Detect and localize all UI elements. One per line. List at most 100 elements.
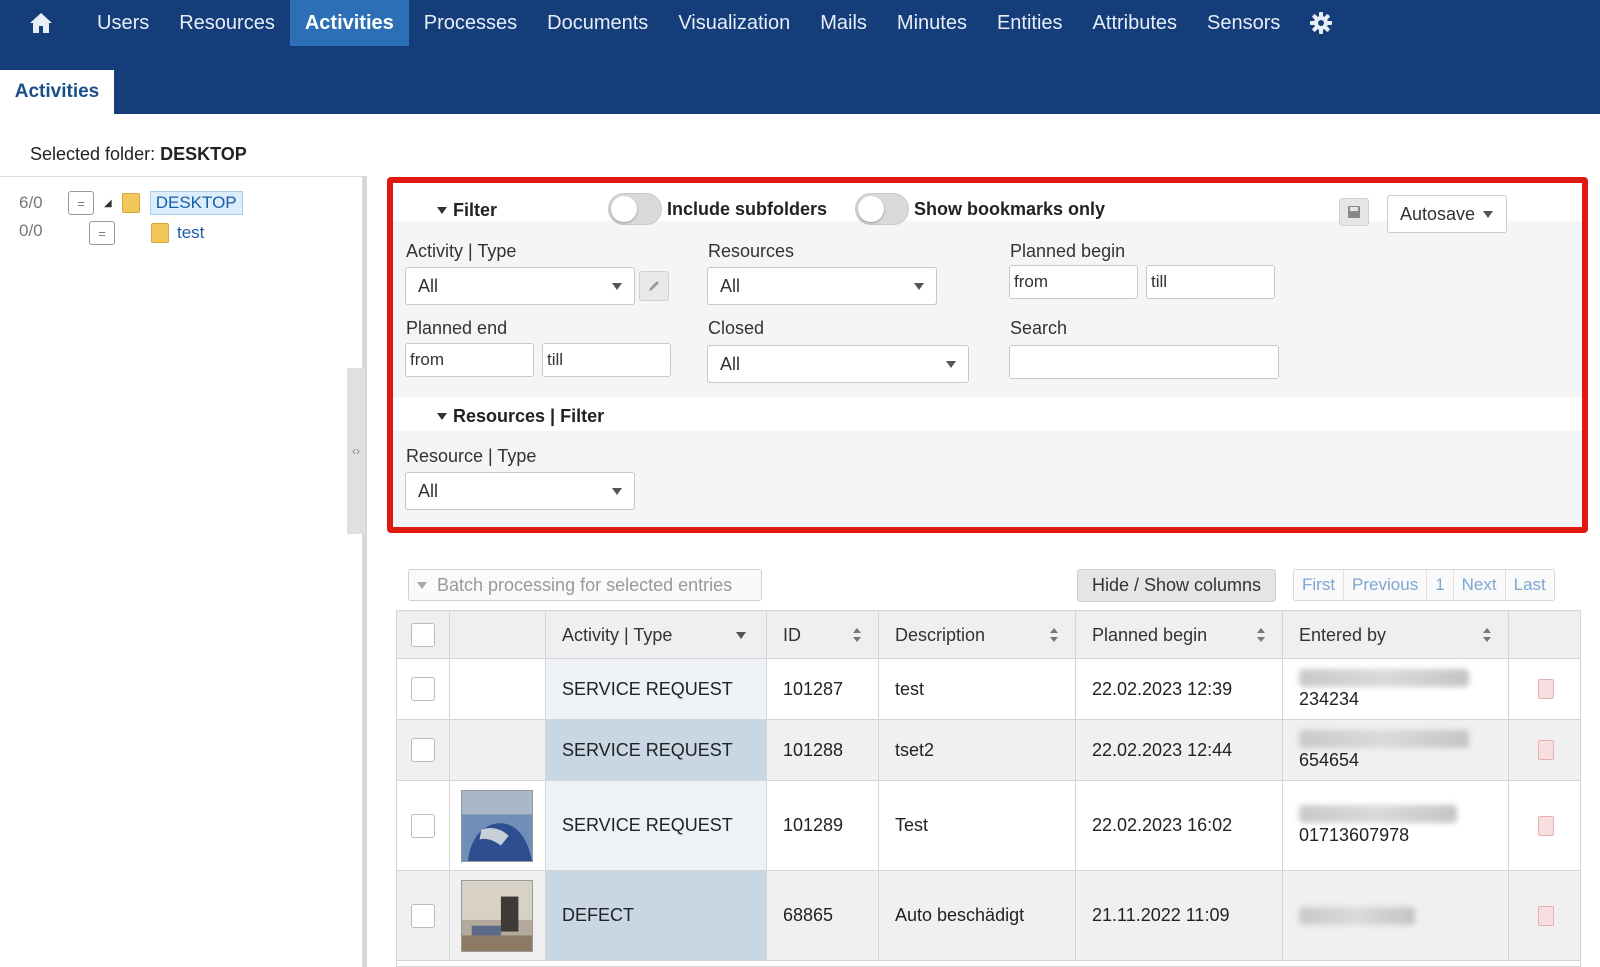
- search-input[interactable]: [1009, 345, 1279, 379]
- closed-value: All: [720, 353, 741, 374]
- nav-activities[interactable]: Activities: [289, 0, 409, 46]
- selected-folder-value: DESKTOP: [160, 144, 247, 164]
- select-all-checkbox[interactable]: [411, 623, 435, 647]
- column-header-planned-begin[interactable]: Planned begin: [1076, 611, 1283, 659]
- hide-show-columns-button[interactable]: Hide / Show columns: [1077, 569, 1276, 602]
- activities-table: Activity | Type ID Description Planned b…: [396, 610, 1581, 967]
- row-checkbox[interactable]: [411, 738, 435, 762]
- closed-label: Closed: [708, 318, 765, 338]
- resource-type-value: All: [418, 480, 439, 501]
- include-subfolders-toggle[interactable]: [608, 193, 662, 225]
- tab-activities[interactable]: Activities: [0, 70, 114, 114]
- thumbnail-cell[interactable]: [450, 781, 546, 870]
- closed-select[interactable]: All: [707, 345, 969, 383]
- row-checkbox[interactable]: [411, 813, 435, 838]
- column-header-entered-by[interactable]: Entered by: [1283, 611, 1509, 659]
- filter-panel: Filter Include subfolders Show bookmarks…: [387, 177, 1588, 533]
- tree-eq-button-test[interactable]: =: [89, 221, 115, 245]
- planned-begin-till-input[interactable]: [1146, 265, 1275, 299]
- document-icon[interactable]: [1537, 679, 1554, 699]
- selected-folder: Selected folder: DESKTOP: [30, 144, 247, 165]
- edit-activity-type-button[interactable]: [639, 271, 669, 301]
- chevron-down-icon: [417, 581, 427, 589]
- filter-section-toggle[interactable]: Filter: [437, 200, 497, 221]
- autosave-dropdown[interactable]: Autosave: [1387, 195, 1507, 233]
- planned-begin-from-input[interactable]: [1009, 265, 1138, 299]
- document-icon[interactable]: [1537, 815, 1554, 836]
- planned-end-till-input[interactable]: [542, 343, 671, 377]
- chevron-down-icon: [946, 361, 956, 368]
- sort-icon: [853, 628, 861, 642]
- column-header-id[interactable]: ID: [767, 611, 879, 659]
- nav-sensors[interactable]: Sensors: [1192, 0, 1295, 46]
- pagination: First Previous 1 Next Last: [1293, 569, 1555, 601]
- sort-desc-icon: [736, 632, 746, 639]
- table-row[interactable]: SERVICE REQUEST 101289 Test 22.02.2023 1…: [397, 781, 1580, 871]
- tree-eq-button-desktop[interactable]: =: [68, 191, 94, 215]
- show-bookmarks-toggle[interactable]: [855, 193, 909, 225]
- pager-next[interactable]: Next: [1454, 570, 1506, 600]
- activity-type-select[interactable]: All: [405, 267, 635, 305]
- resource-type-select[interactable]: All: [405, 472, 635, 510]
- nav-resources[interactable]: Resources: [164, 0, 290, 46]
- table-row[interactable]: SERVICE REQUEST 101287 test 22.02.2023 1…: [397, 659, 1580, 720]
- column-header-activity-type[interactable]: Activity | Type: [546, 611, 767, 659]
- blurred-name: [1299, 668, 1469, 687]
- nav-minutes[interactable]: Minutes: [882, 0, 982, 46]
- pager-first[interactable]: First: [1294, 570, 1345, 600]
- planned-end-from-input[interactable]: [405, 343, 534, 377]
- resources-filter-toggle[interactable]: Resources | Filter: [437, 406, 604, 427]
- entered-by-value: 01713607978: [1299, 825, 1410, 845]
- tree-item-test[interactable]: test: [177, 223, 204, 243]
- gear-icon: [1310, 12, 1333, 34]
- nav-processes[interactable]: Processes: [409, 0, 532, 46]
- splitter-handle[interactable]: ‹›: [347, 368, 365, 534]
- column-header-description[interactable]: Description: [879, 611, 1076, 659]
- expand-triangle-icon[interactable]: ◢: [104, 198, 112, 209]
- collapse-triangle-icon: [437, 207, 447, 214]
- sort-icon: [1050, 628, 1058, 642]
- panel-splitter[interactable]: [362, 176, 367, 967]
- cell-id: 101287: [767, 659, 879, 719]
- nav-mails[interactable]: Mails: [805, 0, 882, 46]
- save-filter-button[interactable]: [1339, 198, 1369, 226]
- settings-button[interactable]: [1295, 0, 1347, 46]
- thumbnail-cell[interactable]: [450, 871, 546, 960]
- folder-tree: 6/0 = ◢ DESKTOP 0/0 = test: [0, 176, 362, 967]
- row-checkbox[interactable]: [411, 903, 435, 928]
- batch-processing-dropdown[interactable]: Batch processing for selected entries: [408, 569, 762, 601]
- nav-documents[interactable]: Documents: [532, 0, 663, 46]
- sort-icon: [1483, 628, 1491, 642]
- document-icon[interactable]: [1537, 905, 1554, 926]
- entered-by-value: 234234: [1299, 688, 1360, 709]
- cell-planned-begin: 22.02.2023 16:02: [1076, 781, 1283, 870]
- pager-last[interactable]: Last: [1506, 570, 1554, 600]
- resources-filter-title: Resources | Filter: [453, 406, 605, 426]
- search-label: Search: [1010, 318, 1068, 338]
- cell-activity-type: SERVICE REQUEST: [546, 781, 767, 870]
- table-row[interactable]: DEFECT 68865 Auto beschädigt 21.11.2022 …: [397, 871, 1580, 961]
- pager-previous[interactable]: Previous: [1344, 570, 1428, 600]
- table-row[interactable]: SERVICE REQUEST 101288 tset2 22.02.2023 …: [397, 720, 1580, 781]
- home-button[interactable]: [0, 0, 82, 46]
- chevron-down-icon: [914, 283, 924, 290]
- document-icon[interactable]: [1537, 740, 1554, 760]
- folder-icon: [121, 193, 140, 213]
- nav-entities[interactable]: Entities: [982, 0, 1078, 46]
- cell-id: 101289: [767, 781, 879, 870]
- resources-select[interactable]: All: [707, 267, 937, 305]
- pager-page-1[interactable]: 1: [1427, 570, 1454, 600]
- cell-description: Auto beschädigt: [879, 871, 1076, 960]
- photo-thumbnail[interactable]: [461, 789, 533, 862]
- nav-attributes[interactable]: Attributes: [1078, 0, 1192, 46]
- nav-visualization[interactable]: Visualization: [663, 0, 805, 46]
- column-header-label: Description: [895, 624, 986, 645]
- autosave-label: Autosave: [1400, 203, 1476, 224]
- photo-thumbnail[interactable]: [461, 879, 533, 952]
- resources-label: Resources: [708, 241, 795, 261]
- tree-item-desktop[interactable]: DESKTOP: [149, 191, 243, 215]
- nav-users[interactable]: Users: [82, 0, 164, 46]
- column-header-label: ID: [783, 624, 801, 645]
- thumbnail-cell: [450, 720, 546, 780]
- row-checkbox[interactable]: [411, 677, 435, 701]
